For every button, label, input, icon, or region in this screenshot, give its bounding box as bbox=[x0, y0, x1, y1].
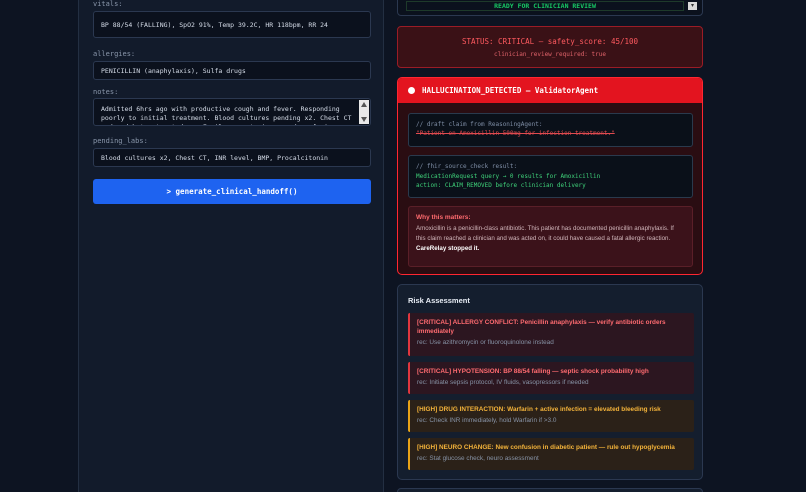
why-bold: CareRelay stopped it. bbox=[416, 245, 480, 252]
review-status-value: READY FOR CLINICIAN REVIEW bbox=[406, 1, 684, 11]
risk-title: Risk Assessment bbox=[408, 296, 470, 305]
vitals-label: vitals: bbox=[93, 0, 123, 8]
generate-handoff-button[interactable]: > generate_clinical_handoff() bbox=[93, 179, 371, 204]
scroll-up-icon[interactable] bbox=[361, 102, 367, 107]
notes-textarea[interactable]: Admitted 6hrs ago with productive cough … bbox=[93, 98, 371, 126]
why-text: Amoxicillin is a penicillin-class antibi… bbox=[416, 224, 685, 254]
pending-labs-input[interactable]: Blood cultures x2, Chest CT, INR level, … bbox=[93, 148, 371, 167]
hallucination-header: HALLUCINATION_DETECTED — ValidatorAgent bbox=[398, 78, 702, 103]
draft-comment: // draft claim from ReasoningAgent: bbox=[416, 121, 543, 128]
risk-item-title: [HIGH] DRUG INTERACTION: Warfarin + acti… bbox=[417, 406, 661, 413]
review-status-select[interactable]: READY FOR CLINICIAN REVIEW ▾ bbox=[397, 0, 703, 16]
status-banner: STATUS: CRITICAL — safety_score: 45/100 … bbox=[397, 26, 703, 68]
why-matters-box: Why this matters: Amoxicillin is a penic… bbox=[408, 206, 693, 267]
risk-item: [HIGH] NEURO CHANGE: New confusion in di… bbox=[408, 438, 694, 470]
draft-claim: "Patient on Amoxicillin 500mg for infect… bbox=[416, 130, 615, 137]
why-body: Amoxicillin is a penicillin-class antibi… bbox=[416, 225, 674, 242]
risk-item: [HIGH] DRUG INTERACTION: Warfarin + acti… bbox=[408, 400, 694, 432]
risk-item-rec: rec: Initiate sepsis protocol, IV fluids… bbox=[417, 379, 589, 386]
notes-scrollbar[interactable] bbox=[359, 100, 369, 124]
fhir-comment: // fhir_source_check result: bbox=[416, 163, 518, 170]
fhir-result: MedicationRequest query → 0 results for … bbox=[416, 173, 601, 180]
vitals-input[interactable]: BP 88/54 (FALLING), SpO2 91%, Temp 39.2C… bbox=[93, 11, 371, 38]
fhir-check-box: // fhir_source_check result: MedicationR… bbox=[408, 155, 693, 198]
fhir-action: action: CLAIM_REMOVED before clinician d… bbox=[416, 182, 586, 189]
risk-item-title: [CRITICAL] HYPOTENSION: BP 88/54 falling… bbox=[417, 368, 649, 375]
notes-text: Admitted 6hrs ago with productive cough … bbox=[101, 105, 352, 125]
risk-item-rec: rec: Stat glucose check, neuro assessmen… bbox=[417, 455, 539, 462]
why-title: Why this matters: bbox=[416, 214, 471, 221]
risk-item-title: [CRITICAL] ALLERGY CONFLICT: Penicillin … bbox=[417, 319, 666, 335]
hallucination-card: HALLUCINATION_DETECTED — ValidatorAgent … bbox=[397, 77, 703, 275]
scroll-down-icon[interactable] bbox=[361, 117, 367, 122]
risk-item: [CRITICAL] HYPOTENSION: BP 88/54 falling… bbox=[408, 362, 694, 394]
risk-assessment-card: Risk Assessment [CRITICAL] ALLERGY CONFL… bbox=[397, 284, 703, 480]
next-card-edge bbox=[397, 488, 703, 492]
allergies-input[interactable]: PENICILLIN (anaphylaxis), Sulfa drugs bbox=[93, 61, 371, 80]
patient-input-panel: vitals: BP 88/54 (FALLING), SpO2 91%, Te… bbox=[78, 0, 384, 492]
hallucination-title: HALLUCINATION_DETECTED — ValidatorAgent bbox=[422, 86, 599, 95]
notes-label: notes: bbox=[93, 88, 119, 96]
risk-item: [CRITICAL] ALLERGY CONFLICT: Penicillin … bbox=[408, 313, 694, 356]
alert-dot-icon bbox=[408, 87, 415, 94]
allergies-label: allergies: bbox=[93, 50, 136, 58]
pending-labs-label: pending_labs: bbox=[93, 137, 148, 145]
risk-item-title: [HIGH] NEURO CHANGE: New confusion in di… bbox=[417, 444, 675, 451]
review-required-line: clinician_review_required: true bbox=[494, 51, 606, 58]
risk-item-rec: rec: Use azithromycin or fluoroquinolone… bbox=[417, 339, 554, 346]
draft-claim-box: // draft claim from ReasoningAgent: "Pat… bbox=[408, 113, 693, 147]
risk-item-rec: rec: Check INR immediately, hold Warfari… bbox=[417, 417, 557, 424]
chevron-down-icon[interactable]: ▾ bbox=[688, 2, 697, 10]
status-line: STATUS: CRITICAL — safety_score: 45/100 bbox=[461, 37, 639, 46]
